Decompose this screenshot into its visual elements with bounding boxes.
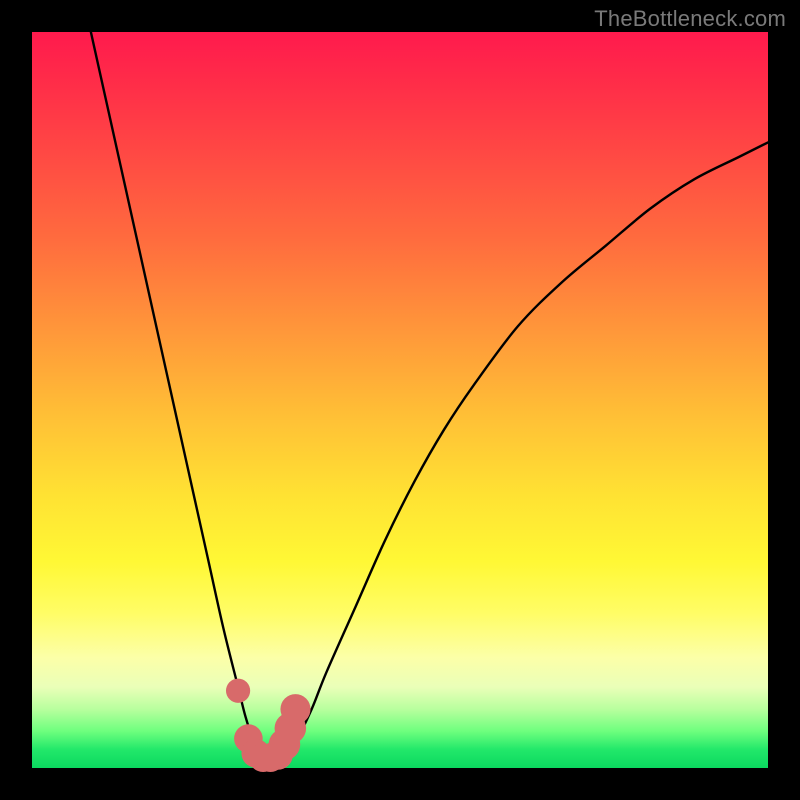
highlight-dot (280, 694, 310, 724)
highlight-dot (226, 679, 250, 703)
curve-layer (32, 32, 768, 768)
bottleneck-curve (91, 32, 768, 762)
highlight-dots (226, 679, 311, 772)
chart-frame: TheBottleneck.com (0, 0, 800, 800)
plot-area (32, 32, 768, 768)
watermark-label: TheBottleneck.com (594, 6, 786, 32)
